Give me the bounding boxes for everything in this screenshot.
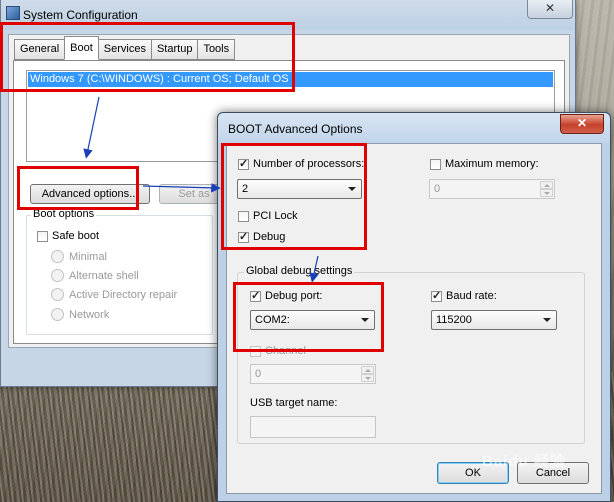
radio-label: Network — [69, 308, 110, 321]
global-debug-settings-group: Global debug settings Debug port: COM2: … — [237, 265, 585, 444]
checkbox-box[interactable] — [238, 210, 249, 222]
close-icon[interactable]: ✕ — [560, 114, 604, 134]
maximum-memory-spinner[interactable]: 0 — [429, 179, 555, 199]
baud-rate-label: Baud rate: — [446, 290, 497, 302]
tab-services[interactable]: Services — [97, 39, 152, 60]
debug-checkbox[interactable]: Debug — [238, 230, 286, 243]
spinner-buttons[interactable] — [361, 366, 374, 382]
watermark: Baidu 经验 — [482, 453, 566, 470]
baud-rate-dropdown[interactable]: 115200 — [431, 310, 557, 330]
dropdown-value: 2 — [242, 183, 249, 195]
checkbox-box[interactable] — [431, 289, 442, 302]
spin-up-icon[interactable] — [540, 181, 553, 189]
boot-advanced-options-dialog: BOOT Advanced Options ✕ Number of proces… — [217, 112, 611, 502]
number-of-processors-label: Number of processors: — [253, 158, 365, 170]
tab-boot[interactable]: Boot — [64, 36, 99, 60]
radio-button[interactable] — [51, 308, 64, 321]
number-of-processors-checkbox[interactable]: Number of processors: — [238, 157, 365, 170]
radio-button[interactable] — [51, 250, 64, 263]
boot-options-group: Boot options Safe boot Minimal Alternate… — [26, 208, 213, 335]
checkbox-box[interactable] — [250, 289, 261, 302]
debug-label: Debug — [253, 231, 286, 243]
pci-lock-label: PCI Lock — [253, 210, 298, 222]
channel-spinner[interactable]: 0 — [250, 364, 376, 384]
safe-boot-label: Safe boot — [52, 230, 100, 242]
spin-down-icon[interactable] — [540, 189, 553, 197]
window-title: System Configuration — [23, 8, 138, 22]
radio-button[interactable] — [51, 269, 64, 282]
tab-tools[interactable]: Tools — [197, 39, 236, 60]
advanced-options-button[interactable]: Advanced options... — [30, 184, 150, 204]
checkbox-box[interactable] — [250, 345, 261, 357]
global-debug-settings-label: Global debug settings — [244, 265, 355, 277]
radio-minimal[interactable]: Minimal — [51, 250, 107, 263]
debug-port-dropdown[interactable]: COM2: — [250, 310, 375, 330]
checkbox-box[interactable] — [430, 158, 441, 170]
debug-port-label: Debug port: — [265, 290, 323, 302]
dialog-title-bar[interactable]: BOOT Advanced Options ✕ — [218, 113, 610, 143]
checkbox-box[interactable] — [238, 230, 249, 243]
radio-button[interactable] — [51, 288, 64, 301]
usb-target-name-label: USB target name: — [250, 397, 338, 409]
chevron-down-icon — [348, 187, 356, 191]
safe-boot-checkbox[interactable]: Safe boot — [37, 230, 99, 242]
pci-lock-checkbox[interactable]: PCI Lock — [238, 210, 298, 222]
spinner-buttons[interactable] — [540, 181, 553, 197]
dropdown-value: 115200 — [436, 314, 472, 326]
boot-options-label: Boot options — [31, 208, 97, 220]
radio-active-directory-repair[interactable]: Active Directory repair — [51, 288, 177, 301]
os-list-item[interactable]: Windows 7 (C:\WINDOWS) : Current OS; Def… — [28, 72, 553, 87]
spin-down-icon[interactable] — [361, 374, 374, 382]
safe-boot-checkbox-box[interactable] — [37, 230, 48, 242]
debug-port-checkbox[interactable]: Debug port: — [250, 289, 323, 302]
chevron-down-icon — [361, 318, 369, 322]
usb-target-name-input[interactable] — [250, 416, 376, 438]
maximum-memory-label: Maximum memory: — [445, 158, 539, 170]
tab-startup[interactable]: Startup — [150, 39, 199, 60]
baud-rate-checkbox[interactable]: Baud rate: — [431, 289, 497, 302]
channel-checkbox[interactable]: Channel — [250, 345, 306, 357]
number-of-processors-dropdown[interactable]: 2 — [237, 179, 362, 199]
maximum-memory-checkbox[interactable]: Maximum memory: — [430, 158, 539, 170]
dialog-title: BOOT Advanced Options — [228, 122, 363, 136]
dropdown-value: COM2: — [255, 314, 290, 326]
checkbox-box[interactable] — [238, 157, 249, 170]
spinner-value: 0 — [255, 368, 262, 380]
spinner-value: 0 — [434, 183, 441, 195]
dialog-client-area: Number of processors: 2 Maximum memory: … — [226, 143, 602, 494]
tab-strip: General Boot Services Startup Tools — [14, 36, 236, 60]
radio-label: Alternate shell — [69, 269, 139, 282]
radio-label: Minimal — [69, 250, 107, 263]
radio-network[interactable]: Network — [51, 308, 109, 321]
app-icon — [6, 6, 20, 20]
close-icon[interactable]: ✕ — [527, 0, 573, 19]
radio-alternate-shell[interactable]: Alternate shell — [51, 269, 139, 282]
chevron-down-icon — [543, 318, 551, 322]
title-bar[interactable]: System Configuration ✕ — [1, 0, 575, 30]
tab-general[interactable]: General — [14, 39, 66, 60]
channel-label: Channel — [265, 345, 306, 357]
radio-label: Active Directory repair — [69, 288, 178, 301]
spin-up-icon[interactable] — [361, 366, 374, 374]
